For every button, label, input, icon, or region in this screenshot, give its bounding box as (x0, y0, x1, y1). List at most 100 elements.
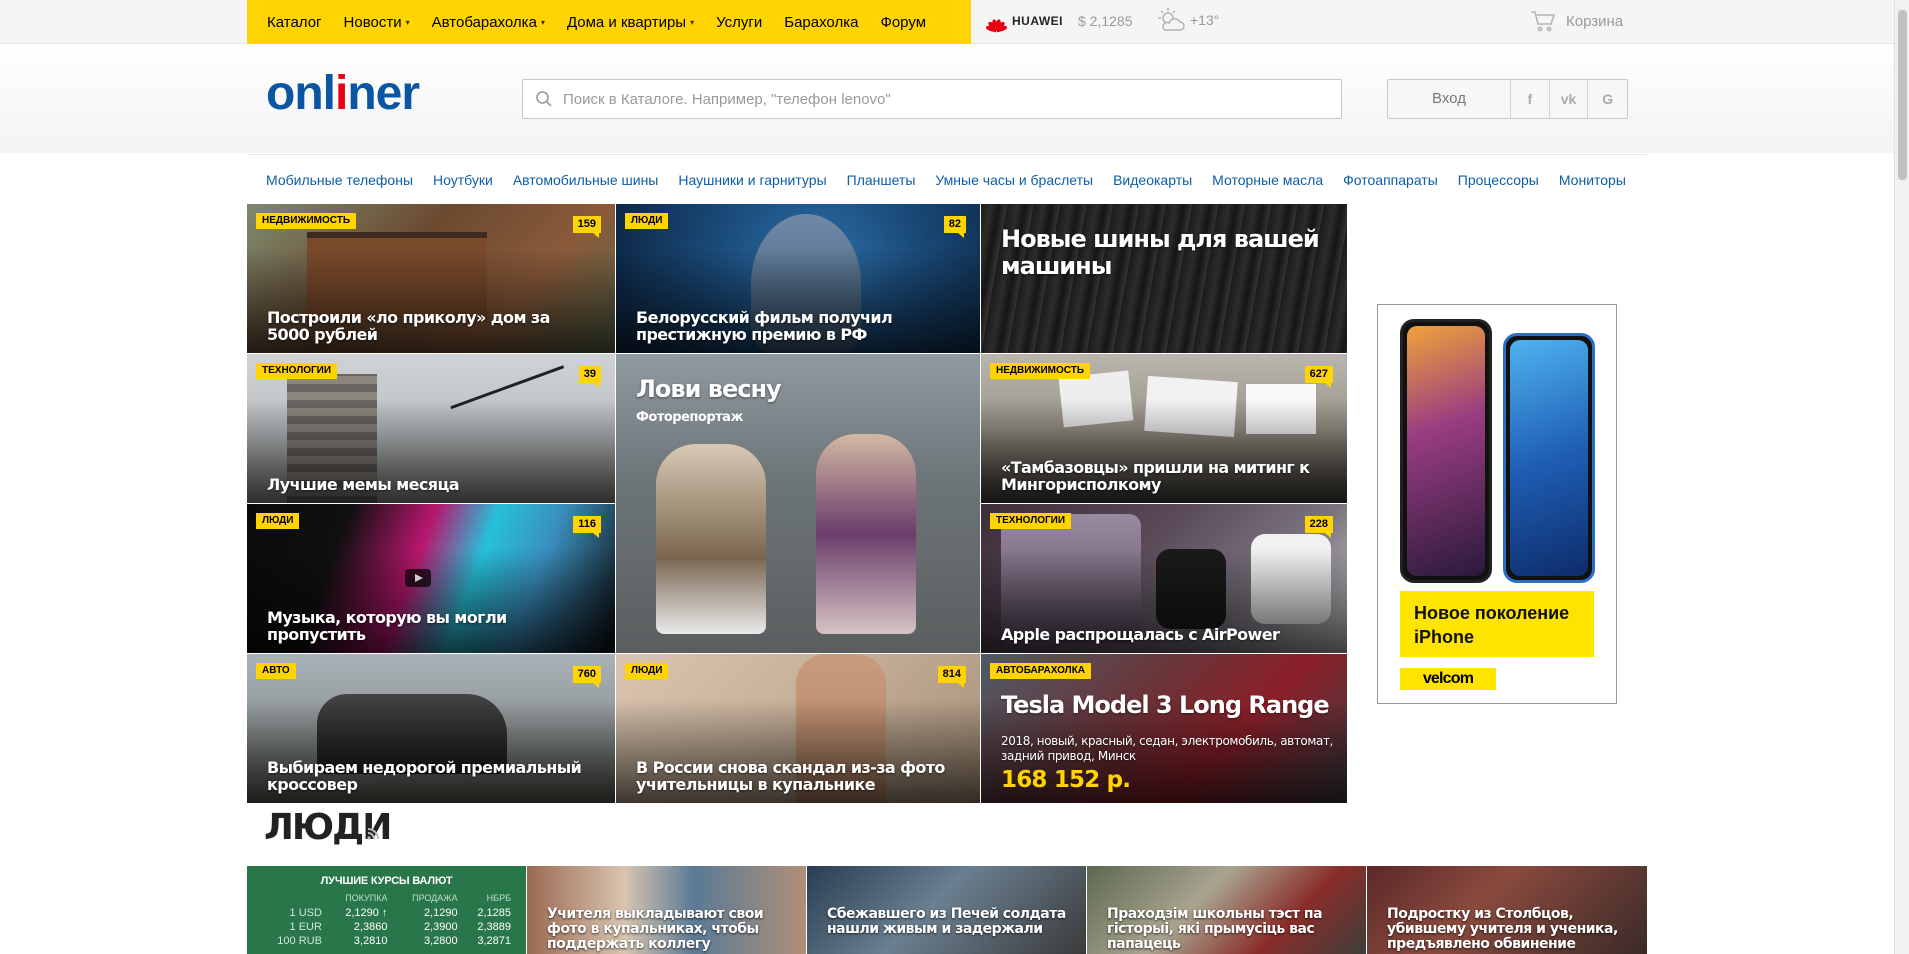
rates-header-row: ПОКУПКА ПРОДАЖА НБРБ (257, 893, 515, 906)
login-button[interactable]: Вход (1388, 80, 1511, 118)
comments-count: 627 (1304, 366, 1333, 388)
rates-nb: 2,3889 (477, 921, 511, 933)
huawei-partner-link[interactable]: HUAWEI (985, 12, 1063, 33)
nav-services[interactable]: Услуги (716, 14, 762, 31)
news-tile-music[interactable]: Люди 116 Музыка, которую вы могли пропус… (247, 504, 615, 653)
scrollbar-thumb[interactable] (1898, 10, 1907, 180)
news-title: Сбежавшего из Печей солдата нашли живым … (827, 906, 1066, 937)
catalog-link[interactable]: Ноутбуки (433, 172, 493, 188)
promo-tile-tesla[interactable]: Автобарахолка Tesla Model 3 Long Range 2… (981, 654, 1347, 803)
category-badge[interactable]: Люди (256, 513, 300, 529)
search-icon (536, 91, 552, 107)
rates-header (257, 893, 326, 906)
google-icon[interactable]: G (1588, 80, 1627, 118)
category-badge[interactable]: Автобарахолка (990, 663, 1092, 679)
search-input[interactable] (563, 90, 1323, 108)
news-card[interactable]: Сбежавшего из Печей солдата нашли живым … (807, 866, 1086, 954)
rates-currency: 1 USD (289, 907, 322, 919)
news-title: Лучшие мемы месяца (267, 475, 460, 494)
promo-title: Новые шины для вашей машины (1001, 225, 1320, 280)
top-bar: Каталог Новости ▾ Автобарахолка ▾ Дома и к… (0, 0, 1894, 44)
currency-rates-widget[interactable]: ЛУЧШИЕ КУРСЫ ВАЛЮТ ПОКУПКА ПРОДАЖА НБРБ … (247, 866, 526, 954)
catalog-link[interactable]: Процессоры (1458, 172, 1539, 188)
vk-icon[interactable]: vk (1550, 80, 1589, 118)
phone-screen (1510, 340, 1588, 576)
catalog-link[interactable]: Мониторы (1559, 172, 1626, 188)
nav-catalog[interactable]: Каталог (267, 14, 322, 31)
rates-header: ПРОДАЖА (412, 893, 458, 903)
catalog-link[interactable]: Наушники и гарнитуры (678, 172, 826, 188)
facebook-icon[interactable]: f (1511, 80, 1550, 118)
velcom-logo: velcom (1400, 668, 1496, 690)
catalog-link[interactable]: Н (1646, 172, 1647, 188)
news-card[interactable]: Учителя выкладывают свои фото в купальни… (527, 866, 806, 954)
ad-banner[interactable]: Новое поколение iPhone velcom (1377, 304, 1617, 704)
nav-market[interactable]: Барахолка (784, 14, 858, 31)
rates-row: 1 EUR 2,3860 2,3900 2,3889 (257, 920, 515, 934)
news-tile-airpower[interactable]: Технологии 228 Apple распрощалась с AirP… (981, 504, 1347, 653)
news-title: Apple распрощалась с AirPower (1001, 625, 1280, 644)
nav-realty[interactable]: Дома и квартиры ▾ (567, 14, 694, 31)
rates-buy: 3,2810 (353, 935, 388, 947)
news-tile-memes[interactable]: Технологии 39 Лучшие мемы месяца (247, 354, 615, 503)
news-tile-teacher[interactable]: Люди 814 В России снова скандал из-за фо… (616, 654, 980, 803)
catalog-link[interactable]: Планшеты (847, 172, 916, 188)
news-title: «Тамбазовцы» пришли на митинг к Мингорис… (1001, 458, 1310, 494)
nav-auto[interactable]: Автобарахолка ▾ (432, 14, 545, 31)
weather-partly-cloudy-icon (1158, 8, 1185, 31)
category-badge[interactable]: Люди (625, 663, 669, 679)
comments-count: 814 (937, 666, 966, 688)
news-tile-spring[interactable]: Лови весну Фоторепортаж (616, 354, 980, 653)
category-badge[interactable]: Авто (256, 663, 296, 679)
main-nav: Каталог Новости ▾ Автобарахолка ▾ Дома и к… (247, 0, 971, 44)
currency-rate-link[interactable]: $ 2,1285 (1078, 13, 1133, 29)
promo-tile-tires[interactable]: Новые шины для вашей машины (981, 204, 1347, 353)
comments-count: 228 (1304, 516, 1333, 538)
category-badge[interactable]: Технологии (990, 513, 1072, 529)
onliner-logo[interactable]: onliner (266, 67, 420, 120)
cart-link[interactable]: Корзина (1530, 10, 1623, 32)
rates-title: ЛУЧШИЕ КУРСЫ ВАЛЮТ (320, 875, 453, 887)
promo-price: 168 152 р. (1001, 767, 1131, 793)
comments-count: 116 (573, 516, 601, 538)
news-title: Учителя выкладывают свои фото в купальни… (547, 906, 764, 952)
huawei-logo-icon (985, 12, 1008, 33)
news-card[interactable]: Праходзім школьны тэст па гісторыі, які … (1087, 866, 1366, 954)
news-title: Праходзім школьны тэст па гісторыі, які … (1107, 906, 1323, 952)
nav-auto-label: Автобарахолка (431, 13, 537, 31)
rates-table: ПОКУПКА ПРОДАЖА НБРБ 1 USD 2,1290 ↑ 2,12… (257, 893, 515, 948)
catalog-link[interactable]: Видеокарты (1113, 172, 1192, 188)
catalog-link[interactable]: Умные часы и браслеты (935, 172, 1093, 188)
news-tile-house[interactable]: Недвижимость 159 Построили «ло приколу» … (247, 204, 615, 353)
nav-news[interactable]: Новости ▾ (344, 14, 410, 31)
rates-buy: 2,3860 (353, 921, 388, 933)
catalog-link[interactable]: Фотоаппараты (1343, 172, 1438, 188)
category-badge[interactable]: Люди (625, 213, 669, 229)
rates-currency: 1 EUR (289, 921, 322, 933)
news-card[interactable]: Подростку из Столбцов, убившему учителя … (1367, 866, 1647, 954)
category-badge[interactable]: Недвижимость (256, 213, 357, 229)
logo-part: onl (266, 67, 336, 120)
chevron-down-icon: ▾ (690, 17, 695, 27)
news-title: Подростку из Столбцов, убившему учителя … (1387, 906, 1618, 952)
news-tile-film[interactable]: Люди 82 Белорусский фильм получил прести… (616, 204, 980, 353)
person-image (816, 434, 916, 634)
category-badge[interactable]: Недвижимость (990, 363, 1091, 379)
news-title: Построили «ло приколу» дом за 5000 рубле… (267, 308, 550, 344)
catalog-link[interactable]: Автомобильные шины (513, 172, 659, 188)
huawei-label: HUAWEI (1012, 14, 1063, 28)
category-badge[interactable]: Технологии (256, 363, 338, 379)
news-tile-protest[interactable]: Недвижимость 627 «Тамбазовцы» пришли на … (981, 354, 1347, 503)
weather-link[interactable]: +13° (1156, 6, 1219, 34)
rates-nb: 2,1285 (477, 907, 511, 919)
catalog-link[interactable]: Мобильные телефоны (266, 172, 413, 188)
rates-header: ПОКУПКА (345, 893, 388, 903)
chevron-down-icon: ▾ (540, 17, 545, 27)
news-tile-audi[interactable]: Авто 760 Выбираем недорогой премиальный … (247, 654, 615, 803)
rss-icon[interactable] (366, 827, 380, 841)
page-scrollbar[interactable] (1894, 0, 1909, 954)
logo-part: i (334, 67, 348, 120)
cart-label: Корзина (1566, 12, 1624, 30)
catalog-link[interactable]: Моторные масла (1212, 172, 1323, 188)
nav-forum[interactable]: Форум (880, 14, 926, 31)
